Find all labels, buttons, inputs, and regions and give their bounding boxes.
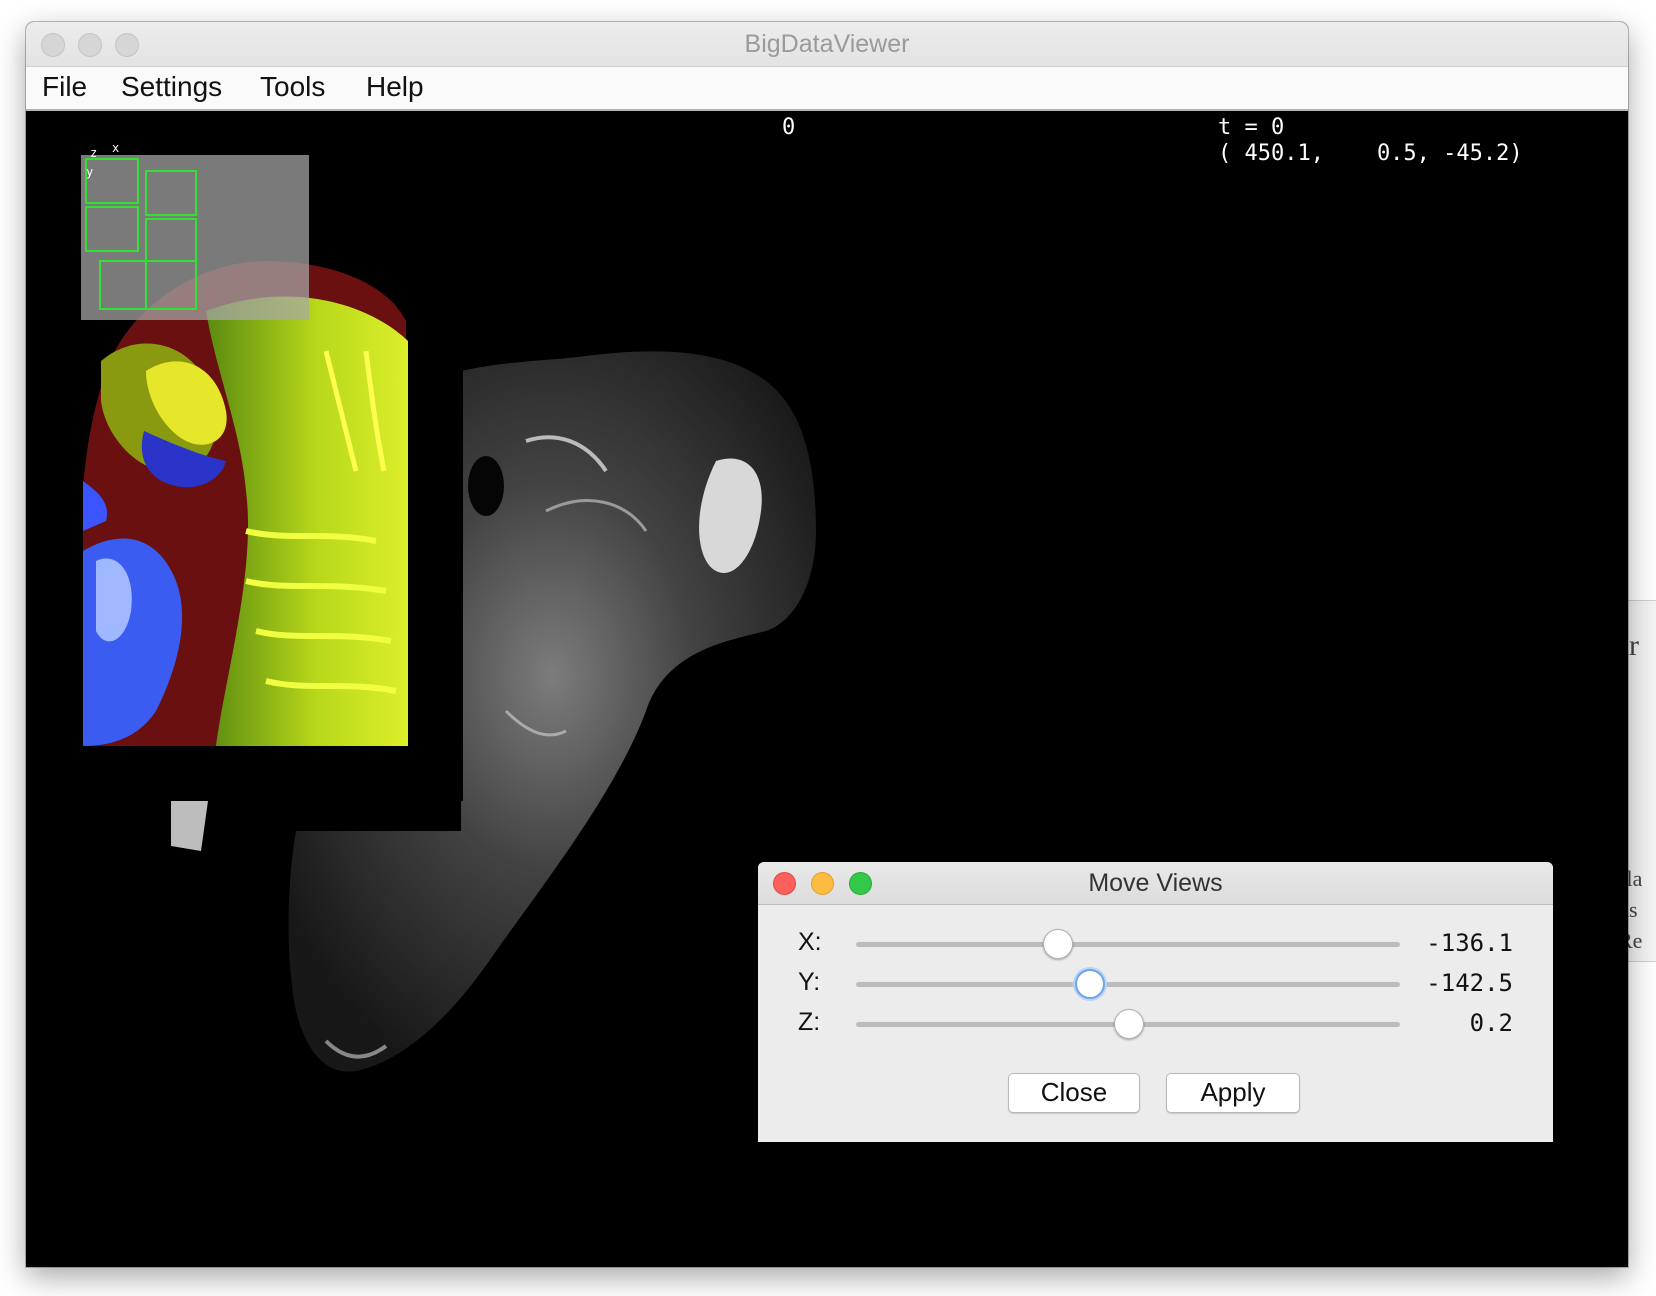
close-button[interactable]: Close: [1008, 1073, 1140, 1113]
overview-axis-z: z: [90, 146, 98, 160]
apply-button[interactable]: Apply: [1166, 1073, 1300, 1113]
timepoint-label: t = 0: [1218, 115, 1285, 140]
slider-thumb-y[interactable]: [1075, 969, 1105, 999]
slider-label-y: Y:: [798, 968, 821, 996]
menu-file[interactable]: File: [42, 71, 87, 103]
slider-value-x: -136.1: [1426, 929, 1513, 957]
slider-label-z: Z:: [798, 1008, 821, 1036]
title-bar: BigDataViewer: [26, 22, 1628, 67]
source-index: 0: [782, 115, 796, 140]
slider-value-z: 0.2: [1469, 1009, 1513, 1037]
window-title: BigDataViewer: [744, 30, 910, 58]
slider-row-z: Z: 0.2: [758, 1004, 1553, 1044]
overview-box: [81, 155, 309, 320]
menu-tools[interactable]: Tools: [260, 71, 325, 103]
color-tissue: [83, 261, 408, 746]
slider-thumb-x[interactable]: [1043, 929, 1073, 959]
slider-row-y: Y: -142.5: [758, 964, 1553, 1004]
dialog-title: Move Views: [1088, 869, 1223, 897]
slider-label-x: X:: [798, 928, 822, 956]
overview-axis-y: y: [86, 165, 94, 179]
mouse-coordinates: ( 450.1, 0.5, -45.2): [1218, 141, 1523, 166]
menu-settings[interactable]: Settings: [121, 71, 222, 103]
move-views-dialog: Move Views X: -136.1 Y: -142.5 Z: 0.2 Cl…: [758, 862, 1553, 1142]
menu-bar: File Settings Tools Help: [26, 67, 1628, 111]
slider-thumb-z[interactable]: [1114, 1009, 1144, 1039]
slider-track-y[interactable]: [856, 982, 1400, 987]
menu-help[interactable]: Help: [366, 71, 424, 103]
slider-row-x: X: -136.1: [758, 924, 1553, 964]
slider-value-y: -142.5: [1426, 969, 1513, 997]
overview-axis-x: x: [112, 141, 120, 155]
dialog-title-bar: Move Views: [758, 862, 1553, 905]
slider-track-x[interactable]: [856, 942, 1400, 947]
